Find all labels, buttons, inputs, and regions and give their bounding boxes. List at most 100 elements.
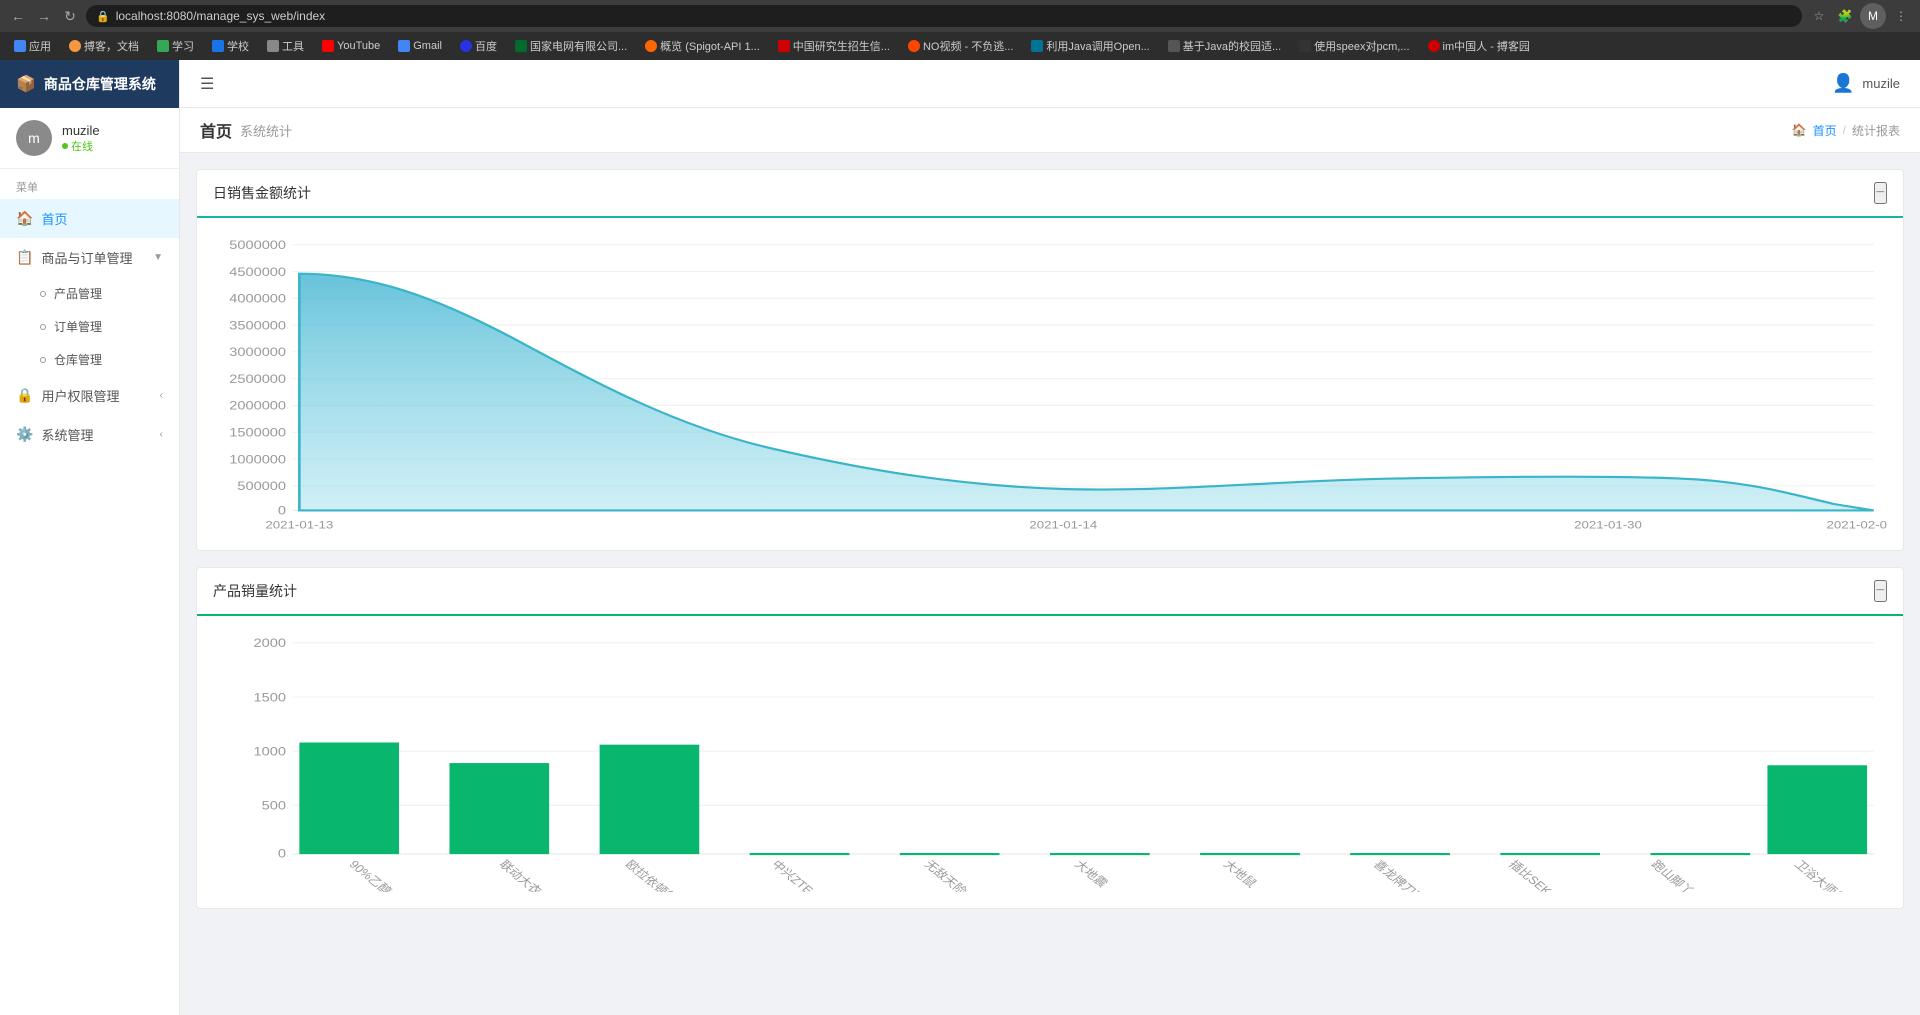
user-perm-icon: 🔒 (16, 387, 33, 404)
address-bar[interactable]: 🔒 localhost:8080/manage_sys_web/index (86, 5, 1802, 27)
svg-text:跑山脚丫 iPlay40 2021旗舰: 跑山脚丫 iPlay40 2021旗舰 (1648, 857, 1773, 892)
sidebar-item-system-mgmt[interactable]: ⚙️ 系统管理 ‹ (0, 415, 179, 454)
chevron-right-icon-sys: ‹ (160, 429, 163, 440)
svg-text:联动大衣: 联动大衣 (496, 857, 545, 892)
profile-button[interactable]: M (1860, 3, 1886, 29)
daily-sales-svg: 5000000 4500000 4000000 3500000 3000000 … (213, 234, 1887, 534)
extensions-button[interactable]: 🧩 (1834, 5, 1856, 27)
sidebar-item-user-perm[interactable]: 🔒 用户权限管理 ‹ (0, 376, 179, 415)
forward-button[interactable]: → (34, 6, 54, 26)
bookmark-youtube[interactable]: YouTube (316, 38, 386, 54)
bookmark-speex[interactable]: 使用speex对pcm,... (1293, 36, 1415, 56)
daily-sales-collapse-button[interactable]: − (1874, 182, 1887, 204)
sidebar-nav: 菜单 🏠 首页 📋 商品与订单管理 ▼ 产品管理 (0, 169, 179, 1015)
sub-dot-order (40, 324, 46, 330)
svg-text:卫浴大师傅: 卫浴大师傅 (1792, 858, 1850, 892)
svg-text:1500: 1500 (254, 691, 287, 704)
bar-3 (600, 745, 700, 854)
svg-text:插比SEKO Q54B啡苏杯茶具: 插比SEKO Q54B啡苏杯茶具 (1506, 857, 1636, 892)
bookmark-state-grid[interactable]: 国家电网有限公司... (509, 36, 633, 56)
avatar-char: m (28, 130, 40, 146)
breadcrumb-home-link[interactable]: 首页 (1813, 122, 1837, 139)
bookmark-apps[interactable]: 应用 (8, 36, 57, 56)
avatar: m (16, 120, 52, 156)
product-sales-title: 产品销量统计 (213, 581, 297, 601)
chevron-down-icon: ▼ (153, 252, 163, 263)
sidebar-user-section: m muzile 在线 (0, 108, 179, 169)
bar-2 (449, 763, 549, 854)
bar-11 (1767, 765, 1867, 854)
svg-text:大地震: 大地震 (1072, 858, 1111, 890)
bookmark-tools[interactable]: 工具 (261, 36, 310, 56)
svg-text:5000000: 5000000 (229, 238, 286, 251)
page-title: 首页 (200, 118, 232, 142)
product-sales-card-body: 2000 1500 1000 500 0 (197, 616, 1903, 908)
bookmark-cnblog[interactable]: im中国人 - 搏客园 (1422, 36, 1536, 56)
product-mgmt-label: 产品管理 (54, 285, 102, 302)
sidebar-header: 📦 商品仓库管理系统 (0, 60, 179, 108)
bookmark-java2[interactable]: 基于Java的校园适... (1162, 36, 1287, 56)
sub-menu-goods: 产品管理 订单管理 仓库管理 (0, 277, 179, 376)
product-sales-card-header: 产品销量统计 − (197, 568, 1903, 616)
sidebar-item-warehouse-mgmt[interactable]: 仓库管理 (8, 343, 179, 376)
svg-text:1000000: 1000000 (229, 453, 286, 466)
order-mgmt-label: 订单管理 (54, 318, 102, 335)
header-left: ☰ (200, 74, 214, 94)
sidebar-item-home[interactable]: 🏠 首页 (0, 199, 179, 238)
browser-toolbar: ← → ↻ 🔒 localhost:8080/manage_sys_web/in… (0, 0, 1920, 32)
bookmark-grad[interactable]: 中国研究生招生信... (772, 36, 896, 56)
reload-button[interactable]: ↻ (60, 6, 80, 26)
sidebar-item-home-label: 首页 (41, 209, 67, 228)
product-sales-svg: 2000 1500 1000 500 0 (213, 632, 1887, 892)
menu-toggle-button[interactable]: ☰ (200, 74, 214, 94)
breadcrumb: 🏠 首页 / 统计报表 (1792, 122, 1900, 139)
sidebar-item-order-mgmt[interactable]: 订单管理 (8, 310, 179, 343)
bookmark-spigot[interactable]: 概览 (Spigot-API 1... (639, 36, 766, 56)
sidebar-item-product-mgmt[interactable]: 产品管理 (8, 277, 179, 310)
browser-bookmarks: 应用 搏客，文档 学习 学校 工具 YouTube Gmail 百度 (0, 32, 1920, 60)
svg-text:0: 0 (278, 504, 286, 517)
top-header: ☰ 👤 muzile (180, 60, 1920, 108)
bookmark-learn[interactable]: 学习 (151, 36, 200, 56)
svg-text:4000000: 4000000 (229, 292, 286, 305)
breadcrumb-separator: / (1843, 123, 1846, 137)
svg-text:2021-01-13: 2021-01-13 (265, 519, 333, 531)
svg-text:无敌天险: 无敌天险 (921, 857, 970, 892)
user-name: muzile (62, 123, 100, 138)
content-area: 日销售金额统计 − (180, 153, 1920, 1015)
svg-text:2500000: 2500000 (229, 372, 286, 385)
bar-1 (299, 743, 399, 855)
sidebar-item-goods-order[interactable]: 📋 商品与订单管理 ▼ (0, 238, 179, 277)
back-button[interactable]: ← (8, 6, 28, 26)
daily-sales-card-body: 5000000 4500000 4000000 3500000 3000000 … (197, 218, 1903, 550)
header-username: muzile (1862, 76, 1900, 91)
svg-text:500: 500 (262, 799, 286, 812)
home-breadcrumb-icon: 🏠 (1792, 123, 1807, 137)
bookmark-java[interactable]: 利用Java调用Open... (1025, 36, 1155, 56)
svg-text:0: 0 (278, 847, 286, 860)
product-sales-chart: 2000 1500 1000 500 0 (213, 632, 1887, 892)
main-content: ☰ 👤 muzile 首页 系统统计 🏠 首页 / 统计报表 (180, 60, 1920, 1015)
menu-button[interactable]: ⋮ (1890, 5, 1912, 27)
warehouse-mgmt-label: 仓库管理 (54, 351, 102, 368)
bookmark-baidu[interactable]: 百度 (454, 36, 503, 56)
browser-actions: ☆ 🧩 M ⋮ (1808, 3, 1912, 29)
svg-text:2000000: 2000000 (229, 399, 286, 412)
svg-text:大地鼠: 大地鼠 (1220, 858, 1259, 890)
daily-sales-card: 日销售金额统计 − (196, 169, 1904, 551)
logo-icon: 📦 (16, 74, 36, 94)
star-button[interactable]: ☆ (1808, 5, 1830, 27)
svg-text:1500000: 1500000 (229, 426, 286, 439)
bookmark-doc[interactable]: 搏客，文档 (63, 36, 145, 56)
lock-icon: 🔒 (96, 10, 110, 23)
sidebar: 📦 商品仓库管理系统 m muzile 在线 菜单 🏠 首页 (0, 60, 180, 1015)
sub-dot-warehouse (40, 357, 46, 363)
daily-sales-title: 日销售金额统计 (213, 183, 311, 203)
breadcrumb-current: 统计报表 (1852, 122, 1900, 139)
svg-text:2021-01-30: 2021-01-30 (1574, 519, 1642, 531)
bookmark-gmail[interactable]: Gmail (392, 38, 448, 54)
svg-text:2021-01-14: 2021-01-14 (1029, 519, 1097, 531)
bookmark-school[interactable]: 学校 (206, 36, 255, 56)
product-sales-collapse-button[interactable]: − (1874, 580, 1887, 602)
bookmark-novideo[interactable]: NO视频 - 不负逃... (902, 36, 1019, 56)
